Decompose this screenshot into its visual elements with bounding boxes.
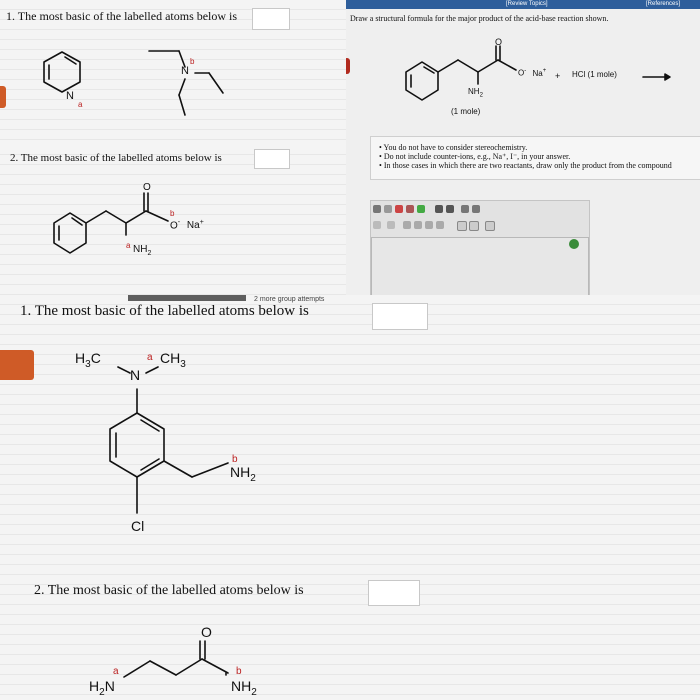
label-b: b (170, 209, 175, 218)
lasso-tool-icon[interactable] (384, 205, 392, 213)
benzene-ring-icon[interactable] (457, 221, 467, 231)
references-link[interactable]: [References] (646, 1, 680, 7)
h3c-group: H3C (75, 350, 101, 370)
eraser-tool-icon[interactable] (395, 205, 403, 213)
nh2-sub: 2 (147, 250, 152, 257)
pentagon-ring-icon[interactable] (469, 221, 479, 231)
wedge-bond-icon[interactable] (436, 221, 444, 229)
periodic-table-icon[interactable] (485, 221, 495, 231)
charge-plus-icon[interactable] (387, 221, 395, 229)
label-a: a (126, 241, 131, 250)
one-mole-label: (1 mole) (451, 107, 481, 116)
double-bond-icon[interactable] (414, 221, 422, 229)
nh-text: NH (468, 87, 480, 96)
question-2-text: 2. The most basic of the labelled atoms … (34, 583, 304, 598)
bullet-3: • In those cases in which there are two … (379, 161, 672, 170)
nh-text: NH (133, 244, 148, 255)
h2n-group: H2N (89, 678, 115, 698)
charge-plus: + (199, 219, 204, 226)
charge-minus-icon[interactable] (373, 221, 381, 229)
instructions-list: • You do not have to consider stereochem… (370, 136, 700, 180)
question-1-text: 1. The most basic of the labelled atoms … (20, 303, 309, 319)
carbonyl-o: O (143, 182, 151, 193)
reaction-arrow (642, 73, 671, 81)
label-b-q2: b (236, 666, 242, 677)
reactant-carboxylate: O- Na+ (518, 68, 546, 78)
bullet-1: • You do not have to consider stereochem… (379, 143, 528, 152)
zoom-out-icon[interactable] (446, 205, 454, 213)
amine-n: N (181, 65, 189, 77)
benzylamine-structure (109, 366, 229, 514)
instruction-text: Draw a structural formula for the major … (350, 14, 609, 23)
select-tool-icon[interactable] (373, 205, 381, 213)
charge-plus: + (542, 68, 547, 74)
side-tab[interactable] (0, 350, 34, 380)
partial-header-bar (128, 295, 246, 301)
review-topics-link[interactable]: [Review Topics] (506, 1, 548, 7)
sodium: Na (532, 68, 543, 78)
triple-bond-icon[interactable] (425, 221, 433, 229)
answer-input-2[interactable] (368, 580, 420, 606)
benzyl-nh2: NH2 (230, 464, 256, 484)
reactant-nh2: NH2 (468, 88, 483, 99)
single-bond-icon[interactable] (403, 221, 411, 229)
charge-minus: - (524, 68, 527, 74)
nh2-sub: 2 (479, 92, 483, 99)
ring-tool-icon[interactable] (417, 205, 425, 213)
zoom-in-icon[interactable] (435, 205, 443, 213)
label-a-q2: a (113, 666, 119, 677)
header-bar: [Review Topics] [References] (346, 0, 700, 9)
phenylalanine-salt-structure (53, 192, 169, 254)
charge-minus: - (177, 219, 181, 226)
panel-q2: 2. The most basic of the labelled atoms … (0, 145, 346, 295)
side-tab[interactable] (0, 86, 6, 108)
bullet-2: • Do not include counter-ions, e.g., Na⁺… (379, 152, 571, 161)
hcl-reagent: HCl (1 mole) (572, 70, 617, 79)
pyridine-n: N (66, 90, 74, 102)
drawing-editor (370, 200, 590, 300)
pencil-tool-icon[interactable] (406, 205, 414, 213)
chlorine: Cl (131, 518, 145, 534)
copy-icon[interactable] (461, 205, 469, 213)
label-a: a (78, 100, 83, 109)
question-text: 2. The most basic of the labelled atoms … (10, 152, 222, 164)
sodium: Na (186, 220, 200, 232)
question-text: 1. The most basic of the labelled atoms … (6, 9, 238, 23)
panel-reaction: [Review Topics] [References] Draw a stru… (346, 0, 700, 300)
side-tab[interactable] (346, 58, 350, 74)
drawing-canvas[interactable] (371, 237, 589, 300)
amide-nh2: NH2 (231, 678, 257, 698)
answer-input[interactable] (252, 8, 290, 30)
o-minus: O (170, 220, 178, 232)
carboxylate-o: O- Na+ (170, 219, 204, 231)
reactant-carbonyl-o: O (495, 37, 503, 47)
panel-bottom: 2 more group attempts 1. The most basic … (0, 295, 700, 700)
amine-nh2: NH2 (133, 244, 152, 258)
help-icon[interactable] (569, 239, 579, 249)
attempts-text: 2 more group attempts (254, 296, 325, 303)
panel-q1: 1. The most basic of the labelled atoms … (0, 0, 346, 145)
answer-input[interactable] (254, 149, 290, 169)
label-b: b (190, 57, 195, 66)
answer-input-1[interactable] (372, 303, 428, 330)
paste-icon[interactable] (472, 205, 480, 213)
reaction-plus: + (555, 71, 561, 81)
amide-o: O (201, 624, 212, 640)
